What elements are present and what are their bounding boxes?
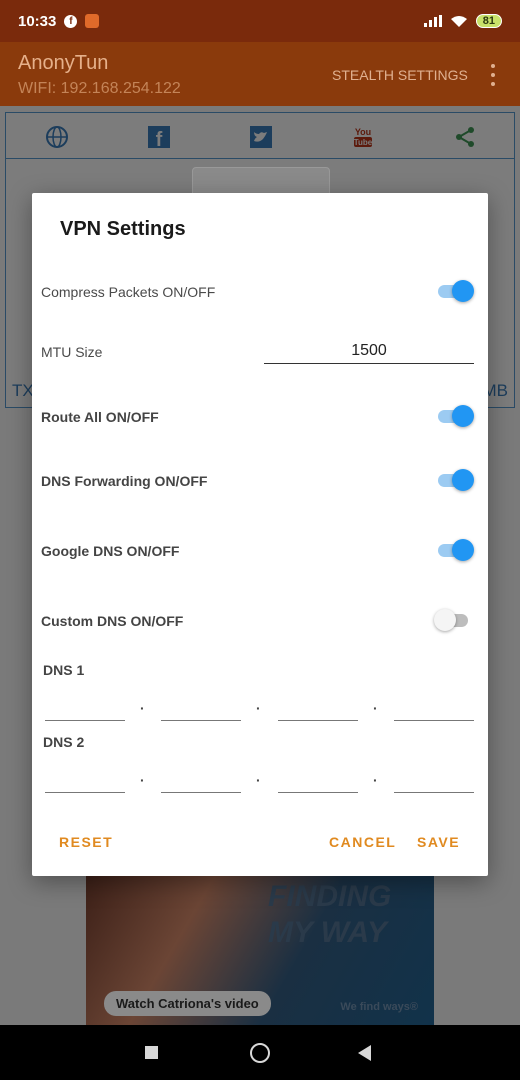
globe-icon[interactable]: [45, 125, 69, 149]
svg-text:Tube: Tube: [354, 138, 373, 147]
ad-banner[interactable]: FINDING MY WAY Watch Catriona's video We…: [86, 873, 434, 1025]
route-all-label: Route All ON/OFF: [41, 409, 159, 425]
vpn-settings-dialog: VPN Settings Compress Packets ON/OFF MTU…: [32, 193, 488, 876]
facebook-icon[interactable]: f: [147, 125, 171, 149]
facebook-icon: f: [64, 14, 78, 28]
more-vert-icon[interactable]: [484, 64, 502, 86]
dns2-octet-4[interactable]: [394, 770, 474, 793]
system-nav-bar: [0, 1025, 520, 1080]
compress-packets-label: Compress Packets ON/OFF: [41, 284, 216, 300]
svg-text:You: You: [355, 127, 371, 137]
status-left: 10:33 f: [18, 12, 100, 30]
save-button[interactable]: SAVE: [417, 834, 460, 850]
ad-headline: FINDING MY WAY: [268, 880, 392, 949]
dns2-separator: ·: [256, 772, 261, 788]
google-dns-toggle[interactable]: [436, 539, 474, 561]
dns1-octet-2[interactable]: [161, 698, 241, 721]
dns-forwarding-label: DNS Forwarding ON/OFF: [41, 473, 208, 489]
dns1-separator: ·: [373, 700, 378, 716]
dns2-octet-2[interactable]: [161, 770, 241, 793]
recents-icon[interactable]: [145, 1046, 158, 1059]
dns1-separator: ·: [256, 700, 261, 716]
dns1-label: DNS 1: [43, 662, 85, 678]
route-all-toggle[interactable]: [436, 405, 474, 427]
stealth-settings-button[interactable]: STEALTH SETTINGS: [332, 67, 468, 83]
social-row: f You Tube: [6, 113, 514, 159]
signal-icon: [423, 15, 442, 27]
mtu-size-label: MTU Size: [41, 344, 103, 360]
app-title: AnonyTun: [18, 52, 109, 74]
reset-button[interactable]: RESET: [59, 834, 113, 850]
dns1-octet-3[interactable]: [278, 698, 358, 721]
battery-icon: 81: [475, 14, 502, 28]
dns1-separator: ·: [140, 700, 145, 716]
home-icon[interactable]: [250, 1043, 270, 1063]
app-notification-icon: [85, 14, 100, 28]
svg-text:f: f: [156, 129, 163, 149]
app-bar: AnonyTun WIFI: 192.168.254.122 STEALTH S…: [0, 42, 520, 106]
dialog-title: VPN Settings: [60, 218, 186, 240]
dns2-label: DNS 2: [43, 734, 85, 750]
app-subtitle: WIFI: 192.168.254.122: [18, 80, 181, 97]
youtube-icon[interactable]: You Tube: [351, 125, 375, 149]
share-icon[interactable]: [453, 125, 477, 149]
cancel-button[interactable]: CANCEL: [329, 834, 396, 850]
ad-tagline: We find ways®: [340, 1001, 418, 1013]
google-dns-label: Google DNS ON/OFF: [41, 543, 180, 559]
dns2-separator: ·: [373, 772, 378, 788]
dns1-octet-1[interactable]: [45, 698, 125, 721]
custom-dns-label: Custom DNS ON/OFF: [41, 613, 184, 629]
ad-cta-button[interactable]: Watch Catriona's video: [104, 991, 271, 1016]
dns-forwarding-toggle[interactable]: [436, 469, 474, 491]
wifi-icon: [450, 15, 467, 27]
dns2-separator: ·: [140, 772, 145, 788]
twitter-icon[interactable]: [249, 125, 273, 149]
dns1-octet-4[interactable]: [394, 698, 474, 721]
compress-packets-toggle[interactable]: [436, 280, 474, 302]
back-icon[interactable]: [358, 1045, 371, 1061]
tx-label: TX: [12, 381, 34, 400]
dns2-octet-3[interactable]: [278, 770, 358, 793]
custom-dns-toggle[interactable]: [434, 609, 472, 631]
status-time: 10:33: [18, 12, 57, 30]
status-right: 81: [423, 14, 502, 28]
status-bar: 10:33 f 81: [0, 0, 520, 42]
dns2-octet-1[interactable]: [45, 770, 125, 793]
mtu-size-input[interactable]: [264, 339, 474, 364]
